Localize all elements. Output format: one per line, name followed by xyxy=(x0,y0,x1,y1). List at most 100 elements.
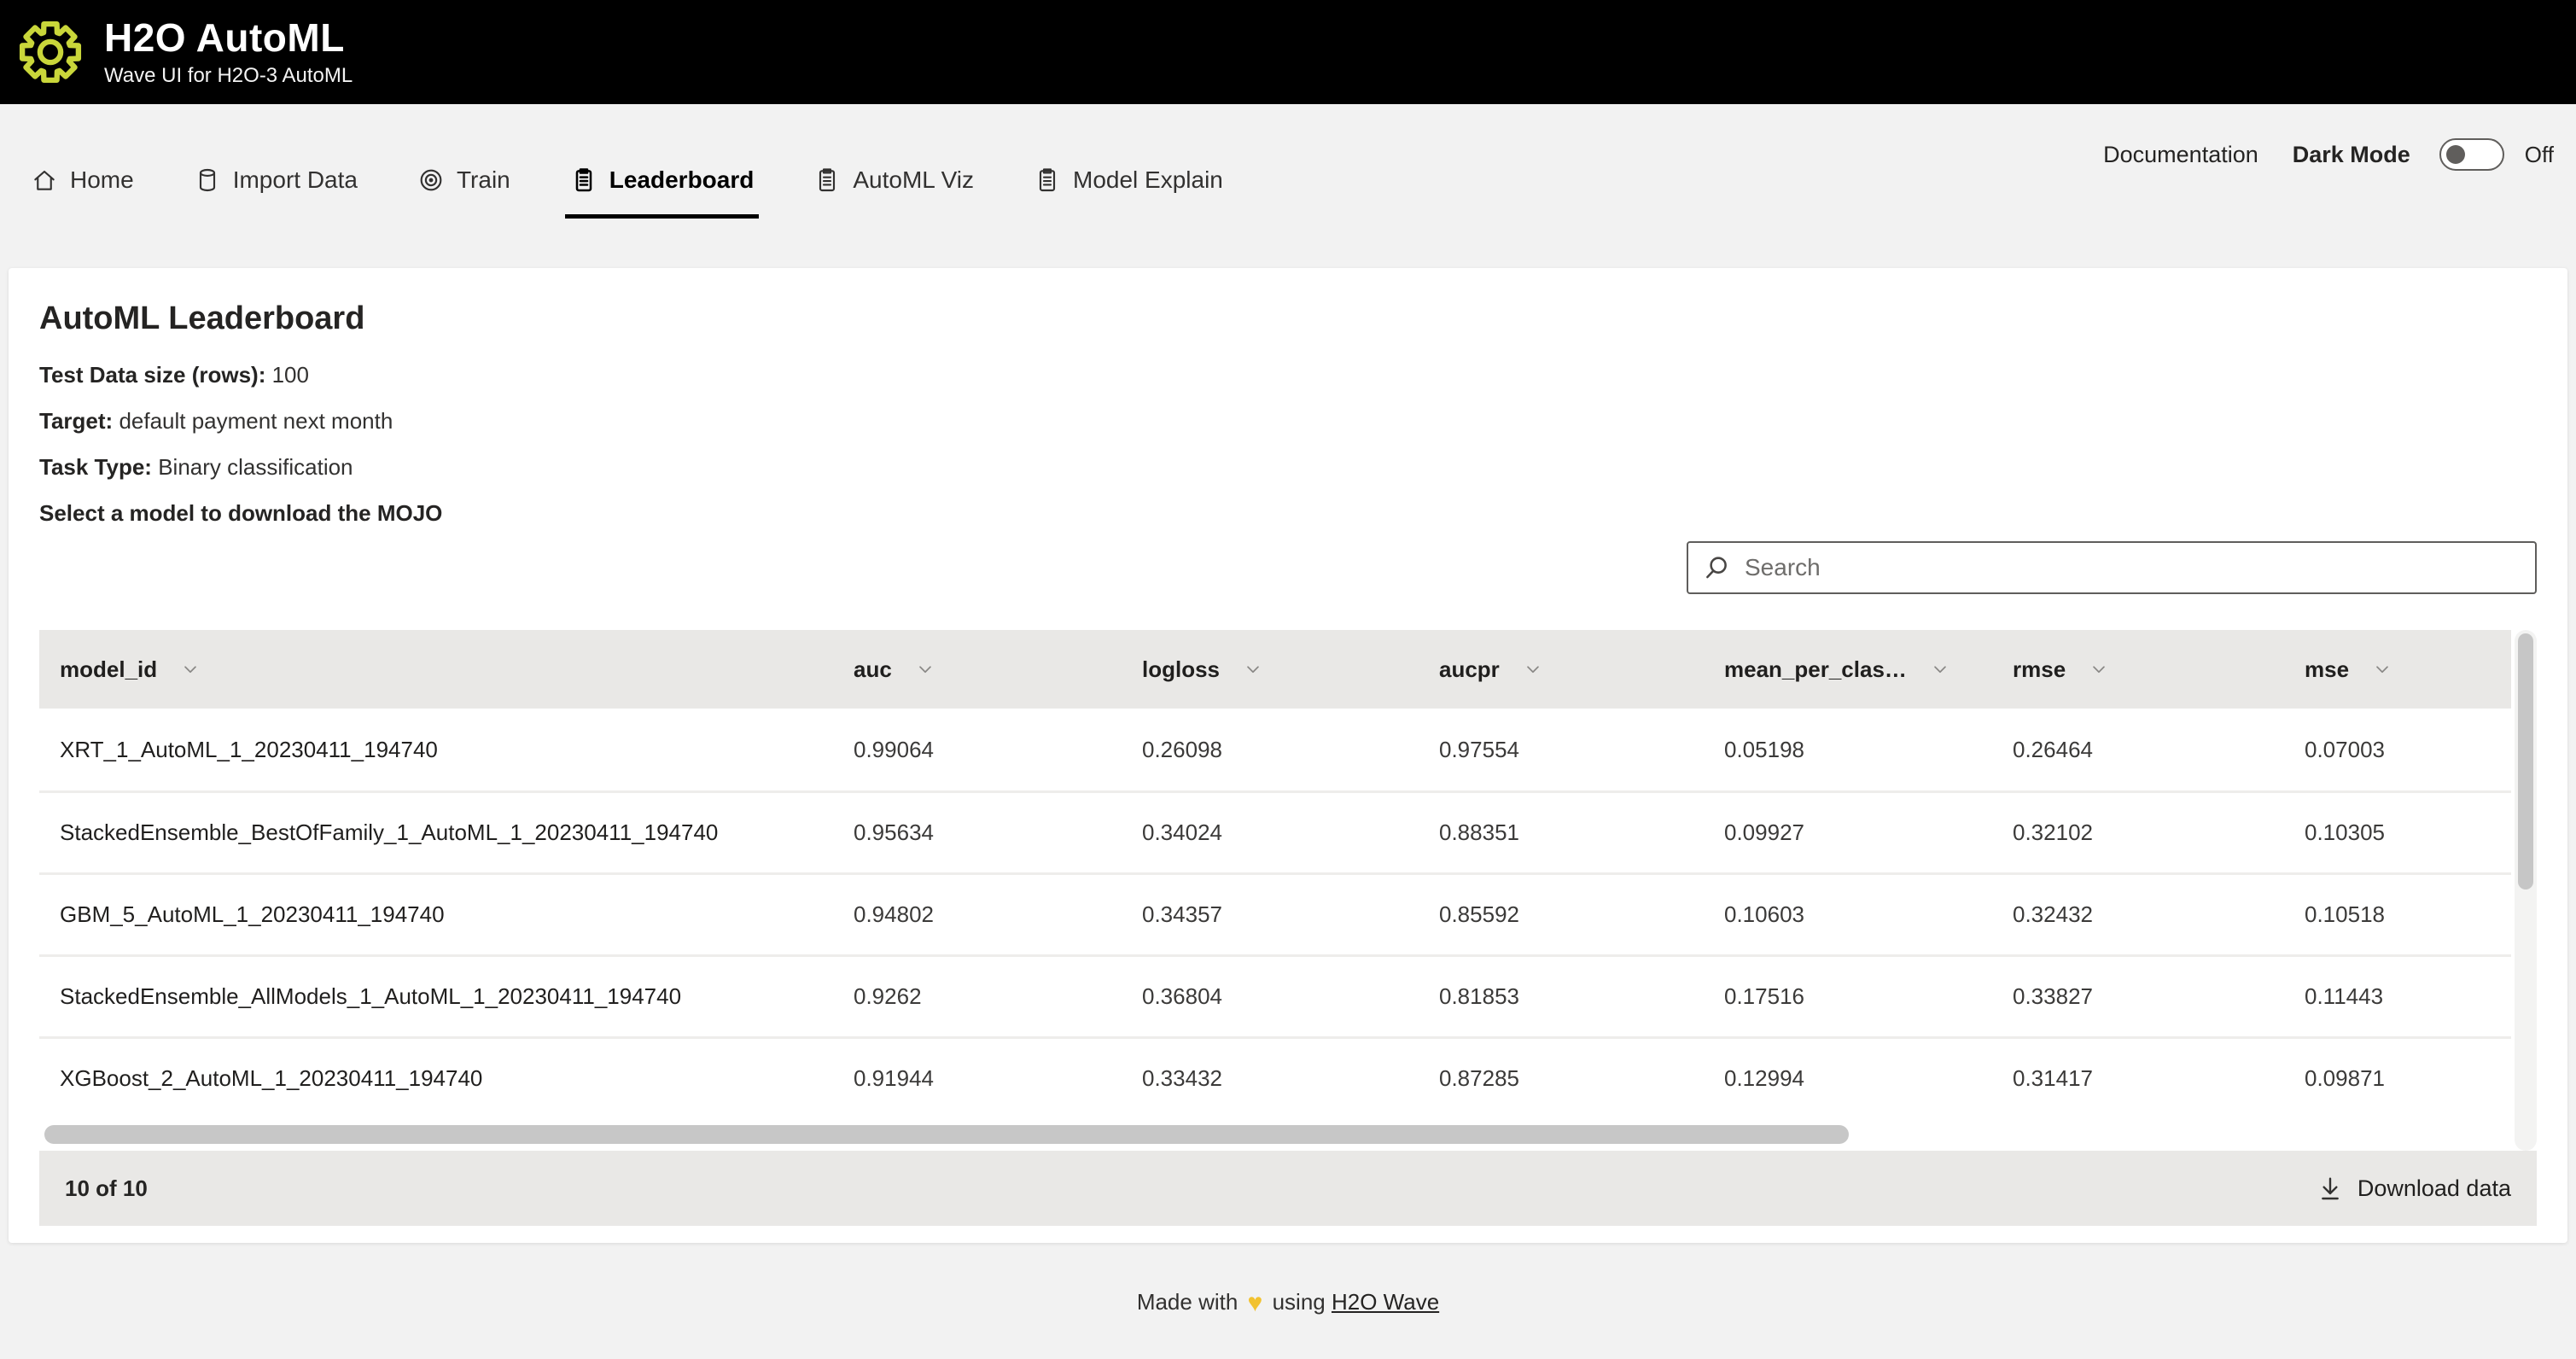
toggle-knob xyxy=(2446,145,2465,164)
cell-aucpr: 0.87285 xyxy=(1439,1065,1724,1092)
meta-value: Binary classification xyxy=(158,454,353,480)
dark-mode-state: Off xyxy=(2525,142,2554,168)
cell-rmse: 0.33827 xyxy=(2013,983,2305,1010)
cell-aucpr: 0.85592 xyxy=(1439,901,1724,928)
column-header-rmse[interactable]: rmse xyxy=(2013,656,2305,683)
cell-auc: 0.9262 xyxy=(854,983,1142,1010)
column-header-aucpr[interactable]: aucpr xyxy=(1439,656,1724,683)
main-nav: Home Import Data Train Leaderboard AutoM… xyxy=(0,104,2576,224)
search-input[interactable] xyxy=(1745,554,2521,581)
cell-rmse: 0.32432 xyxy=(2013,901,2305,928)
page-title: AutoML Leaderboard xyxy=(39,299,2537,338)
vertical-scrollbar xyxy=(2515,630,2537,1151)
tab-model-explain[interactable]: Model Explain xyxy=(1029,137,1228,224)
cell-mean-per-class: 0.10603 xyxy=(1724,901,2013,928)
tab-label: Home xyxy=(70,166,134,194)
tab-label: Import Data xyxy=(233,166,358,194)
cell-model-id: StackedEnsemble_AllModels_1_AutoML_1_202… xyxy=(39,983,854,1010)
cell-aucpr: 0.81853 xyxy=(1439,983,1724,1010)
leaderboard-card: AutoML Leaderboard Test Data size (rows)… xyxy=(9,268,2567,1243)
cell-rmse: 0.31417 xyxy=(2013,1065,2305,1092)
clipboard-icon xyxy=(1034,166,1061,194)
cell-rmse: 0.32102 xyxy=(2013,819,2305,846)
meta-target: Target: default payment next month xyxy=(39,398,2537,444)
tab-label: Model Explain xyxy=(1073,166,1223,194)
meta-label: Test Data size (rows): xyxy=(39,362,265,388)
tab-import-data[interactable]: Import Data xyxy=(189,137,363,224)
vertical-scrollbar-thumb[interactable] xyxy=(2518,633,2533,889)
chevron-down-icon xyxy=(914,658,936,680)
search-row xyxy=(39,541,2537,594)
search-box xyxy=(1687,541,2537,594)
download-data-label: Download data xyxy=(2357,1175,2511,1202)
table-row[interactable]: StackedEnsemble_AllModels_1_AutoML_1_202… xyxy=(39,954,2511,1036)
table-row[interactable]: XGBoost_2_AutoML_1_20230411_194740 0.919… xyxy=(39,1036,2511,1118)
meta-test-data-size: Test Data size (rows): 100 xyxy=(39,352,2537,398)
meta-value: 100 xyxy=(272,362,309,388)
tab-train[interactable]: Train xyxy=(412,137,516,224)
column-header-mse[interactable]: mse xyxy=(2305,656,2511,683)
cell-mean-per-class: 0.17516 xyxy=(1724,983,2013,1010)
cell-logloss: 0.26098 xyxy=(1142,737,1439,763)
app-subtitle: Wave UI for H2O-3 AutoML xyxy=(104,63,353,89)
table-header-row: model_id auc logloss aucpr mean_per_clas… xyxy=(39,630,2511,709)
download-data-button[interactable]: Download data xyxy=(2317,1175,2511,1202)
chevron-down-icon xyxy=(2088,658,2110,680)
cell-mean-per-class: 0.09927 xyxy=(1724,819,2013,846)
footer-made-with: Made with xyxy=(1137,1289,1238,1315)
cell-model-id: StackedEnsemble_BestOfFamily_1_AutoML_1_… xyxy=(39,819,854,846)
column-header-model-id[interactable]: model_id xyxy=(39,656,854,683)
meta-label: Task Type: xyxy=(39,454,152,480)
table-row[interactable]: GBM_5_AutoML_1_20230411_194740 0.94802 0… xyxy=(39,872,2511,954)
cell-model-id: XGBoost_2_AutoML_1_20230411_194740 xyxy=(39,1065,854,1092)
column-header-logloss[interactable]: logloss xyxy=(1142,656,1439,683)
cell-logloss: 0.33432 xyxy=(1142,1065,1439,1092)
nav-right-controls: Documentation Dark Mode Off xyxy=(2103,133,2554,176)
cell-auc: 0.95634 xyxy=(854,819,1142,846)
tab-automl-viz[interactable]: AutoML Viz xyxy=(808,137,979,224)
cell-mean-per-class: 0.12994 xyxy=(1724,1065,2013,1092)
app-title-block: H2O AutoML Wave UI for H2O-3 AutoML xyxy=(104,15,353,89)
tab-home[interactable]: Home xyxy=(26,137,139,224)
column-header-mean-per-class[interactable]: mean_per_clas… xyxy=(1724,656,2013,683)
target-icon xyxy=(417,166,445,194)
cell-logloss: 0.34357 xyxy=(1142,901,1439,928)
horizontal-scrollbar-thumb[interactable] xyxy=(44,1125,1849,1144)
row-count: 10 of 10 xyxy=(65,1175,148,1202)
meta-value: default payment next month xyxy=(119,408,393,434)
cell-model-id: XRT_1_AutoML_1_20230411_194740 xyxy=(39,737,854,763)
tab-label: AutoML Viz xyxy=(853,166,974,194)
page-footer: Made with ♥ using H2O Wave xyxy=(0,1289,2576,1318)
dark-mode-toggle[interactable] xyxy=(2439,138,2504,171)
clipboard-icon xyxy=(570,166,597,194)
app-title: H2O AutoML xyxy=(104,15,353,60)
h2o-wave-link[interactable]: H2O Wave xyxy=(1332,1289,1439,1315)
gear-icon xyxy=(17,19,84,85)
cell-aucpr: 0.88351 xyxy=(1439,819,1724,846)
cell-auc: 0.99064 xyxy=(854,737,1142,763)
nav-tabs: Home Import Data Train Leaderboard AutoM… xyxy=(26,104,1228,224)
chevron-down-icon xyxy=(179,658,201,680)
horizontal-scrollbar xyxy=(39,1118,2511,1151)
leaderboard-table: model_id auc logloss aucpr mean_per_clas… xyxy=(39,630,2537,1226)
column-header-auc[interactable]: auc xyxy=(854,656,1142,683)
chevron-down-icon xyxy=(1242,658,1264,680)
mojo-instruction: Select a model to download the MOJO xyxy=(39,490,2537,536)
cell-mse: 0.10305 xyxy=(2305,819,2511,846)
search-icon xyxy=(1702,553,1731,582)
chevron-down-icon xyxy=(1929,658,1951,680)
cell-rmse: 0.26464 xyxy=(2013,737,2305,763)
app-header: H2O AutoML Wave UI for H2O-3 AutoML xyxy=(0,0,2576,104)
chevron-down-icon xyxy=(1522,658,1544,680)
tab-leaderboard[interactable]: Leaderboard xyxy=(565,137,760,224)
chevron-down-icon xyxy=(2371,658,2393,680)
documentation-link[interactable]: Documentation xyxy=(2103,142,2258,168)
meta-label: Target: xyxy=(39,408,113,434)
table-row[interactable]: XRT_1_AutoML_1_20230411_194740 0.99064 0… xyxy=(39,709,2511,790)
footer-using: using xyxy=(1273,1289,1326,1315)
download-icon xyxy=(2317,1175,2344,1202)
table-row[interactable]: StackedEnsemble_BestOfFamily_1_AutoML_1_… xyxy=(39,790,2511,872)
tab-label: Train xyxy=(457,166,510,194)
tab-label: Leaderboard xyxy=(609,166,755,194)
clipboard-icon xyxy=(813,166,841,194)
